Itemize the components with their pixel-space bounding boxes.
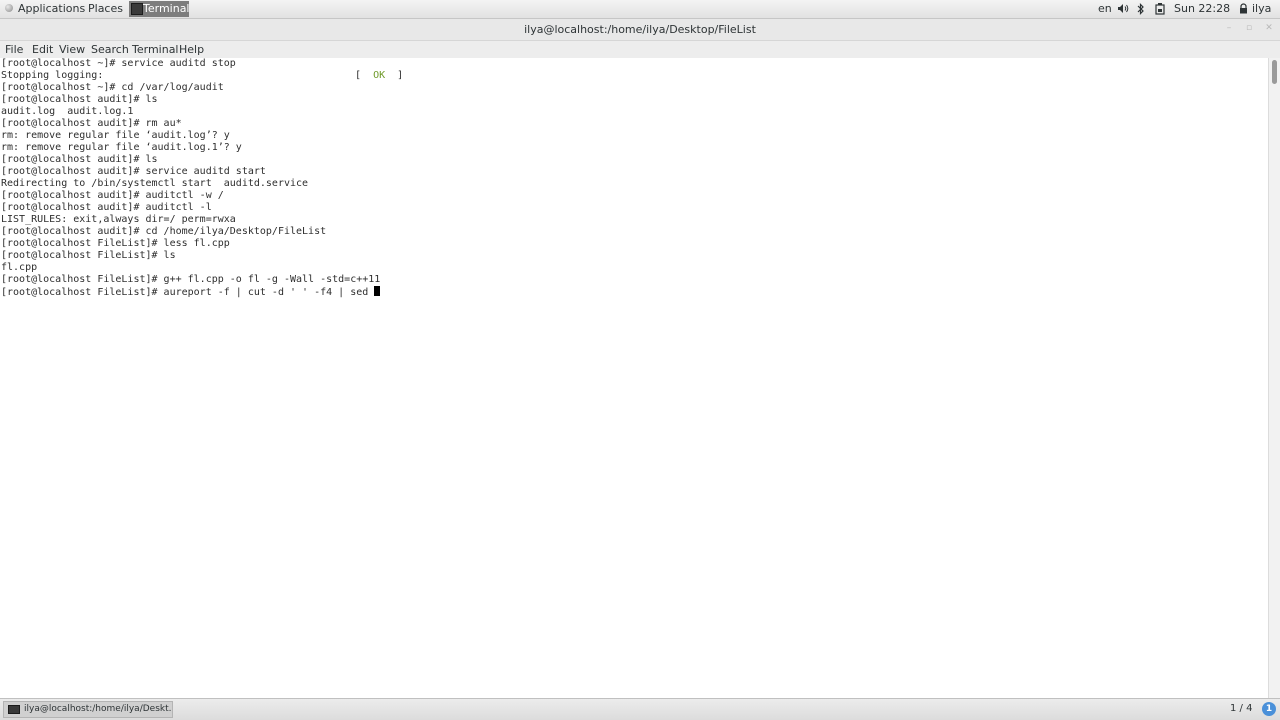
terminal-line: Stopping logging: [1,70,104,81]
terminal-icon [8,705,20,714]
terminal-line: [root@localhost ~]# cd /var/log/audit [1,82,224,93]
menu-edit[interactable]: Edit [32,43,53,56]
terminal-area[interactable]: [root@localhost ~]# service auditd stop … [0,58,1268,698]
battery-icon[interactable] [1155,3,1165,18]
terminal-line: audit.log audit.log.1 [1,106,134,117]
top-panel: Applications Places Terminal en Sun 22:2… [0,0,1280,19]
terminal-line: [root@localhost audit]# service auditd s… [1,166,266,177]
user-menu[interactable]: ilya [1252,2,1271,15]
terminal-prompt-line: [root@localhost FileList]# aureport -f |… [1,286,381,298]
terminal-line: rm: remove regular file ‘audit.log’? y [1,130,230,141]
terminal-line: [root@localhost audit]# auditctl -l [1,202,212,213]
terminal-line: [root@localhost FileList]# g++ fl.cpp -o… [1,274,381,285]
ok-status: [ OK ] [355,70,403,82]
bluetooth-icon[interactable] [1137,3,1145,18]
maximize-button[interactable]: ▫ [1242,22,1256,35]
taskbar-terminal-button[interactable]: Terminal [129,1,190,17]
text-cursor [374,286,381,296]
terminal-line: fl.cpp [1,262,38,273]
menubar: File Edit View Search Terminal Help [0,41,1280,58]
terminal-line: [root@localhost audit]# auditctl -w / [1,190,224,201]
terminal-line: [root@localhost audit]# cd /home/ilya/De… [1,226,327,237]
terminal-icon [131,3,143,15]
notification-icon[interactable]: 1 [1262,702,1276,716]
ok-status-text: [ OK ] [355,70,404,81]
workspace-indicator[interactable]: 1 / 4 [1230,703,1252,714]
terminal-line: [root@localhost FileList]# ls [1,250,176,261]
close-button[interactable]: ✕ [1262,22,1276,35]
applications-icon [5,4,13,12]
window-list-label: ilya@localhost:/home/ilya/Deskt... [24,704,172,714]
window-titlebar[interactable]: ilya@localhost:/home/ilya/Desktop/FileLi… [0,19,1280,41]
scrollbar-thumb[interactable] [1272,60,1277,84]
terminal-line: Redirecting to /bin/systemctl start audi… [1,178,309,189]
terminal-line: rm: remove regular file ‘audit.log.1’? y [1,142,242,153]
terminal-line: LIST_RULES: exit,always dir=/ perm=rwxa [1,214,236,225]
language-indicator[interactable]: en [1098,2,1112,15]
menu-help[interactable]: Help [179,43,204,56]
terminal-line: [root@localhost audit]# ls [1,94,158,105]
terminal-line: [root@localhost audit]# rm au* [1,118,182,129]
volume-icon[interactable] [1117,3,1129,17]
applications-menu[interactable]: Applications [18,2,85,15]
window-list-item[interactable]: ilya@localhost:/home/ilya/Deskt... [3,701,173,718]
places-menu[interactable]: Places [88,2,123,15]
bottom-panel: ilya@localhost:/home/ilya/Deskt... 1 / 4… [0,698,1280,720]
menu-view[interactable]: View [59,43,85,56]
terminal-line: [root@localhost FileList]# less fl.cpp [1,238,230,249]
taskbar-terminal-label: Terminal [143,2,190,15]
menu-search[interactable]: Search [91,43,129,56]
clock[interactable]: Sun 22:28 [1174,2,1230,15]
terminal-line: [root@localhost ~]# service auditd stop [1,58,236,69]
window-title: ilya@localhost:/home/ilya/Desktop/FileLi… [524,23,756,36]
terminal-scrollbar[interactable] [1268,58,1280,698]
terminal-line: [root@localhost audit]# ls [1,154,158,165]
lock-icon[interactable] [1239,3,1248,17]
menu-terminal[interactable]: Terminal [132,43,179,56]
terminal-current-command: [root@localhost FileList]# aureport -f |… [1,287,375,298]
minimize-button[interactable]: – [1222,22,1236,35]
menu-file[interactable]: File [5,43,23,56]
